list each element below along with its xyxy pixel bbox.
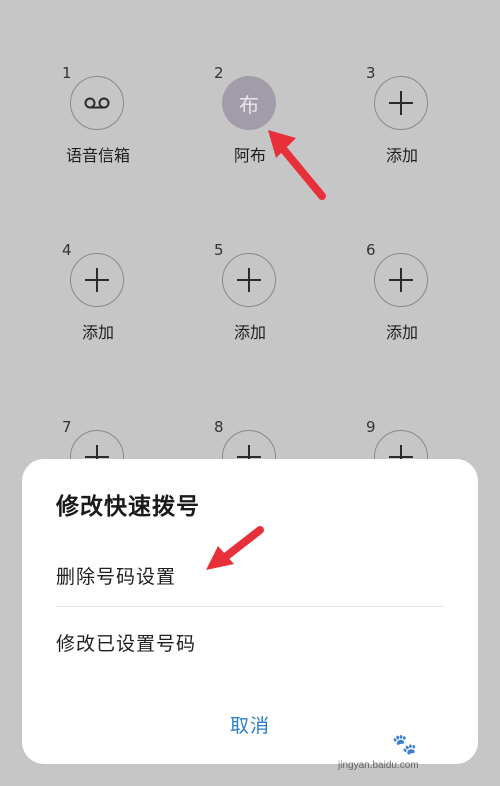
slot-label: 添加 xyxy=(385,323,418,342)
slot-label: 添加 xyxy=(385,146,418,165)
voicemail-icon xyxy=(70,76,124,130)
delete-number-option[interactable]: 删除号码设置 xyxy=(56,562,176,589)
baidu-jingyan-watermark: Bai 🐾 经验 jingyan.baidu.com xyxy=(334,730,474,776)
slot-number: 8 xyxy=(214,418,224,436)
annotation-arrow xyxy=(206,526,264,570)
plus-icon xyxy=(222,253,276,307)
plus-icon xyxy=(374,253,428,307)
speed-dial-slot-1[interactable]: 1 语音信箱 xyxy=(28,64,168,174)
slot-number: 6 xyxy=(366,241,376,259)
slot-number: 3 xyxy=(366,64,376,82)
slot-label: 添加 xyxy=(81,323,114,342)
paw-icon: 🐾 xyxy=(392,734,417,756)
plus-icon xyxy=(374,76,428,130)
slot-number: 4 xyxy=(62,241,72,259)
modify-speed-dial-sheet: 修改快速拨号 删除号码设置 修改已设置号码 取消 xyxy=(22,459,478,764)
slot-number: 5 xyxy=(214,241,224,259)
slot-number: 1 xyxy=(62,64,72,82)
watermark-brand: Bai xyxy=(334,730,372,757)
modify-number-option[interactable]: 修改已设置号码 xyxy=(56,629,196,656)
speed-dial-slot-5[interactable]: 5 添加 xyxy=(180,241,320,351)
slot-label: 语音信箱 xyxy=(65,146,130,165)
speed-dial-slot-6[interactable]: 6 添加 xyxy=(332,241,472,351)
plus-icon xyxy=(70,253,124,307)
speed-dial-slot-4[interactable]: 4 添加 xyxy=(28,241,168,351)
speed-dial-slot-3[interactable]: 3 添加 xyxy=(332,64,472,174)
sheet-title: 修改快速拨号 xyxy=(56,494,200,520)
slot-label: 添加 xyxy=(233,323,266,342)
divider xyxy=(56,606,444,607)
slot-number: 2 xyxy=(214,64,224,82)
watermark-url: jingyan.baidu.com xyxy=(338,760,419,771)
slot-number: 9 xyxy=(366,418,376,436)
slot-number: 7 xyxy=(62,418,72,436)
contact-avatar: 布 xyxy=(222,76,276,130)
annotation-arrow xyxy=(268,130,326,200)
watermark-suffix: 经验 xyxy=(420,740,448,756)
